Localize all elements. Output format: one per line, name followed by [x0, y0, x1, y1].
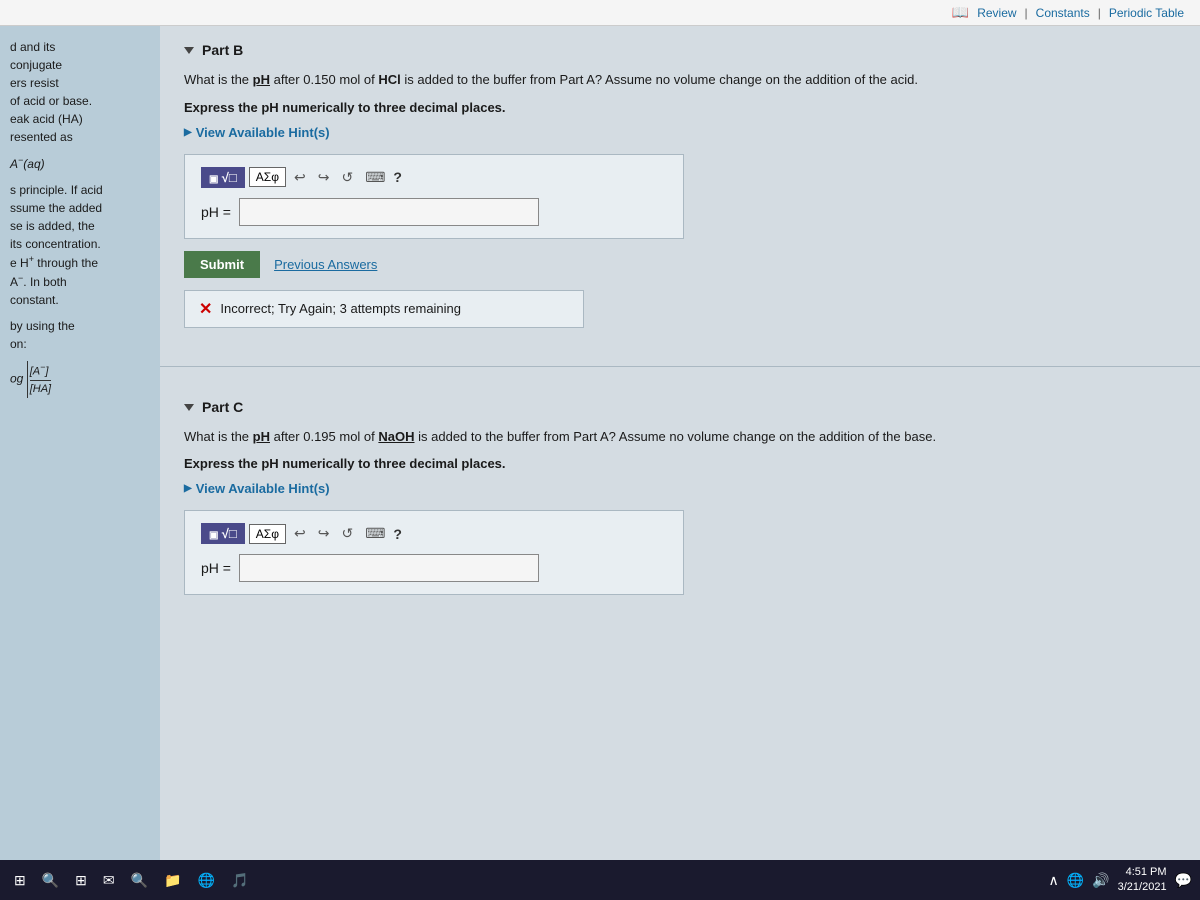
part-b-symbol-btn[interactable]: ΑΣφ	[249, 167, 286, 187]
part-b-keyboard-btn[interactable]: ⌨	[361, 167, 389, 188]
part-b-instruction: Express the pH numerically to three deci…	[184, 100, 1176, 115]
part-b-redo-btn[interactable]: ↪	[314, 167, 334, 188]
sidebar-text-2: s principle. If acidssume the addedse is…	[10, 181, 150, 309]
part-b-refresh-btn[interactable]: ↺	[337, 167, 357, 188]
error-message: Incorrect; Try Again; 3 attempts remaini…	[220, 301, 461, 316]
taskbar-right: ∧ 🌐 🔊 4:51 PM 3/21/2021 💬	[1049, 865, 1193, 896]
part-b-prev-answers-link[interactable]: Previous Answers	[274, 257, 377, 272]
part-b-sqrt-btn[interactable]: ▣ √□	[201, 167, 245, 188]
part-b-hint-link[interactable]: View Available Hint(s)	[184, 125, 1176, 140]
part-b-input-row: pH =	[201, 198, 667, 226]
part-c-header: Part C	[184, 399, 1176, 415]
taskbar-browser-btn[interactable]: 🌐	[192, 868, 221, 893]
part-c-hint-link[interactable]: View Available Hint(s)	[184, 481, 1176, 496]
part-b-help-btn[interactable]: ?	[393, 169, 402, 185]
taskbar-clock[interactable]: 4:51 PM 3/21/2021	[1118, 865, 1167, 896]
taskbar-search2-btn[interactable]: 🔍	[125, 868, 154, 893]
periodic-table-link[interactable]: Periodic Table	[1109, 6, 1184, 20]
taskbar-mail-btn[interactable]: ✉	[97, 868, 121, 893]
part-c-answer-box: ▣ √□ ΑΣφ ↩ ↪ ↺ ⌨ ? pH =	[184, 510, 684, 595]
taskbar-chevron-icon[interactable]: ∧	[1049, 872, 1059, 889]
part-c-refresh-btn[interactable]: ↺	[337, 523, 357, 544]
part-c-sqrt-btn[interactable]: ▣ √□	[201, 523, 245, 544]
part-c-question: What is the pH after 0.195 mol of NaOH i…	[184, 427, 1176, 447]
part-b-submit-row: Submit Previous Answers	[184, 251, 1176, 278]
part-b-toolbar-icon: ▣	[209, 174, 218, 185]
taskbar-network-icon[interactable]: 🌐	[1067, 872, 1084, 889]
taskbar-start-btn[interactable]: ⊞	[8, 868, 32, 893]
part-c-toolbar: ▣ √□ ΑΣφ ↩ ↪ ↺ ⌨ ?	[201, 523, 667, 544]
part-b-error-box: ✕ Incorrect; Try Again; 3 attempts remai…	[184, 290, 584, 328]
part-b-toolbar: ▣ √□ ΑΣφ ↩ ↪ ↺ ⌨ ?	[201, 167, 667, 188]
review-link[interactable]: Review	[977, 6, 1016, 20]
part-b-header: Part B	[184, 42, 1176, 58]
part-c-symbol-btn[interactable]: ΑΣφ	[249, 524, 286, 544]
taskbar-notification-icon[interactable]: 💬	[1175, 872, 1192, 889]
taskbar-folder-btn[interactable]: 📁	[158, 868, 187, 893]
part-b-question: What is the pH after 0.150 mol of HCl is…	[184, 70, 1176, 90]
clock-time: 4:51 PM	[1118, 865, 1167, 880]
sidebar: d and itsconjugateers resistof acid or b…	[0, 26, 160, 860]
part-c-ph-label: pH =	[201, 560, 231, 576]
part-c-keyboard-btn[interactable]: ⌨	[361, 523, 389, 544]
main-content: Part B What is the pH after 0.150 mol of…	[160, 26, 1200, 860]
top-bar: 📖 Review | Constants | Periodic Table	[0, 0, 1200, 26]
part-c-toolbar-icon: ▣	[209, 530, 218, 541]
part-b-section: Part B What is the pH after 0.150 mol of…	[160, 26, 1200, 362]
part-b-submit-btn[interactable]: Submit	[184, 251, 260, 278]
part-c-instruction: Express the pH numerically to three deci…	[184, 456, 1176, 471]
book-icon: 📖	[952, 4, 969, 21]
part-b-label: Part B	[202, 42, 243, 58]
taskbar-search-btn[interactable]: 🔍	[36, 868, 65, 893]
taskbar-music-btn[interactable]: 🎵	[225, 868, 254, 893]
error-icon: ✕	[199, 299, 212, 319]
part-c-redo-btn[interactable]: ↪	[314, 523, 334, 544]
part-c-label: Part C	[202, 399, 243, 415]
part-c-ph-input[interactable]	[239, 554, 539, 582]
sidebar-formula-A: A−(aq)	[10, 154, 150, 173]
sidebar-text-1: d and itsconjugateers resistof acid or b…	[10, 38, 150, 146]
part-b-undo-btn[interactable]: ↩	[290, 167, 310, 188]
constants-link[interactable]: Constants	[1036, 6, 1090, 20]
part-b-ph-input[interactable]	[239, 198, 539, 226]
part-b-answer-box: ▣ √□ ΑΣφ ↩ ↪ ↺ ⌨ ? pH =	[184, 154, 684, 239]
part-c-section: Part C What is the pH after 0.195 mol of…	[160, 383, 1200, 624]
part-c-input-row: pH =	[201, 554, 667, 582]
taskbar: ⊞ 🔍 ⊞ ✉ 🔍 📁 🌐 🎵 ∧ 🌐 🔊 4:51 PM 3/21/2021 …	[0, 860, 1200, 900]
part-c-chevron[interactable]	[184, 404, 194, 411]
sidebar-formula-log: og [A−] [HA]	[10, 361, 150, 398]
taskbar-volume-icon[interactable]: 🔊	[1092, 872, 1109, 889]
part-b-chevron[interactable]	[184, 47, 194, 54]
part-c-undo-btn[interactable]: ↩	[290, 523, 310, 544]
part-b-ph-label: pH =	[201, 204, 231, 220]
clock-date: 3/21/2021	[1118, 880, 1167, 895]
part-c-help-btn[interactable]: ?	[393, 526, 402, 542]
sidebar-text-3: by using theon:	[10, 317, 150, 353]
taskbar-apps-btn[interactable]: ⊞	[69, 868, 93, 893]
